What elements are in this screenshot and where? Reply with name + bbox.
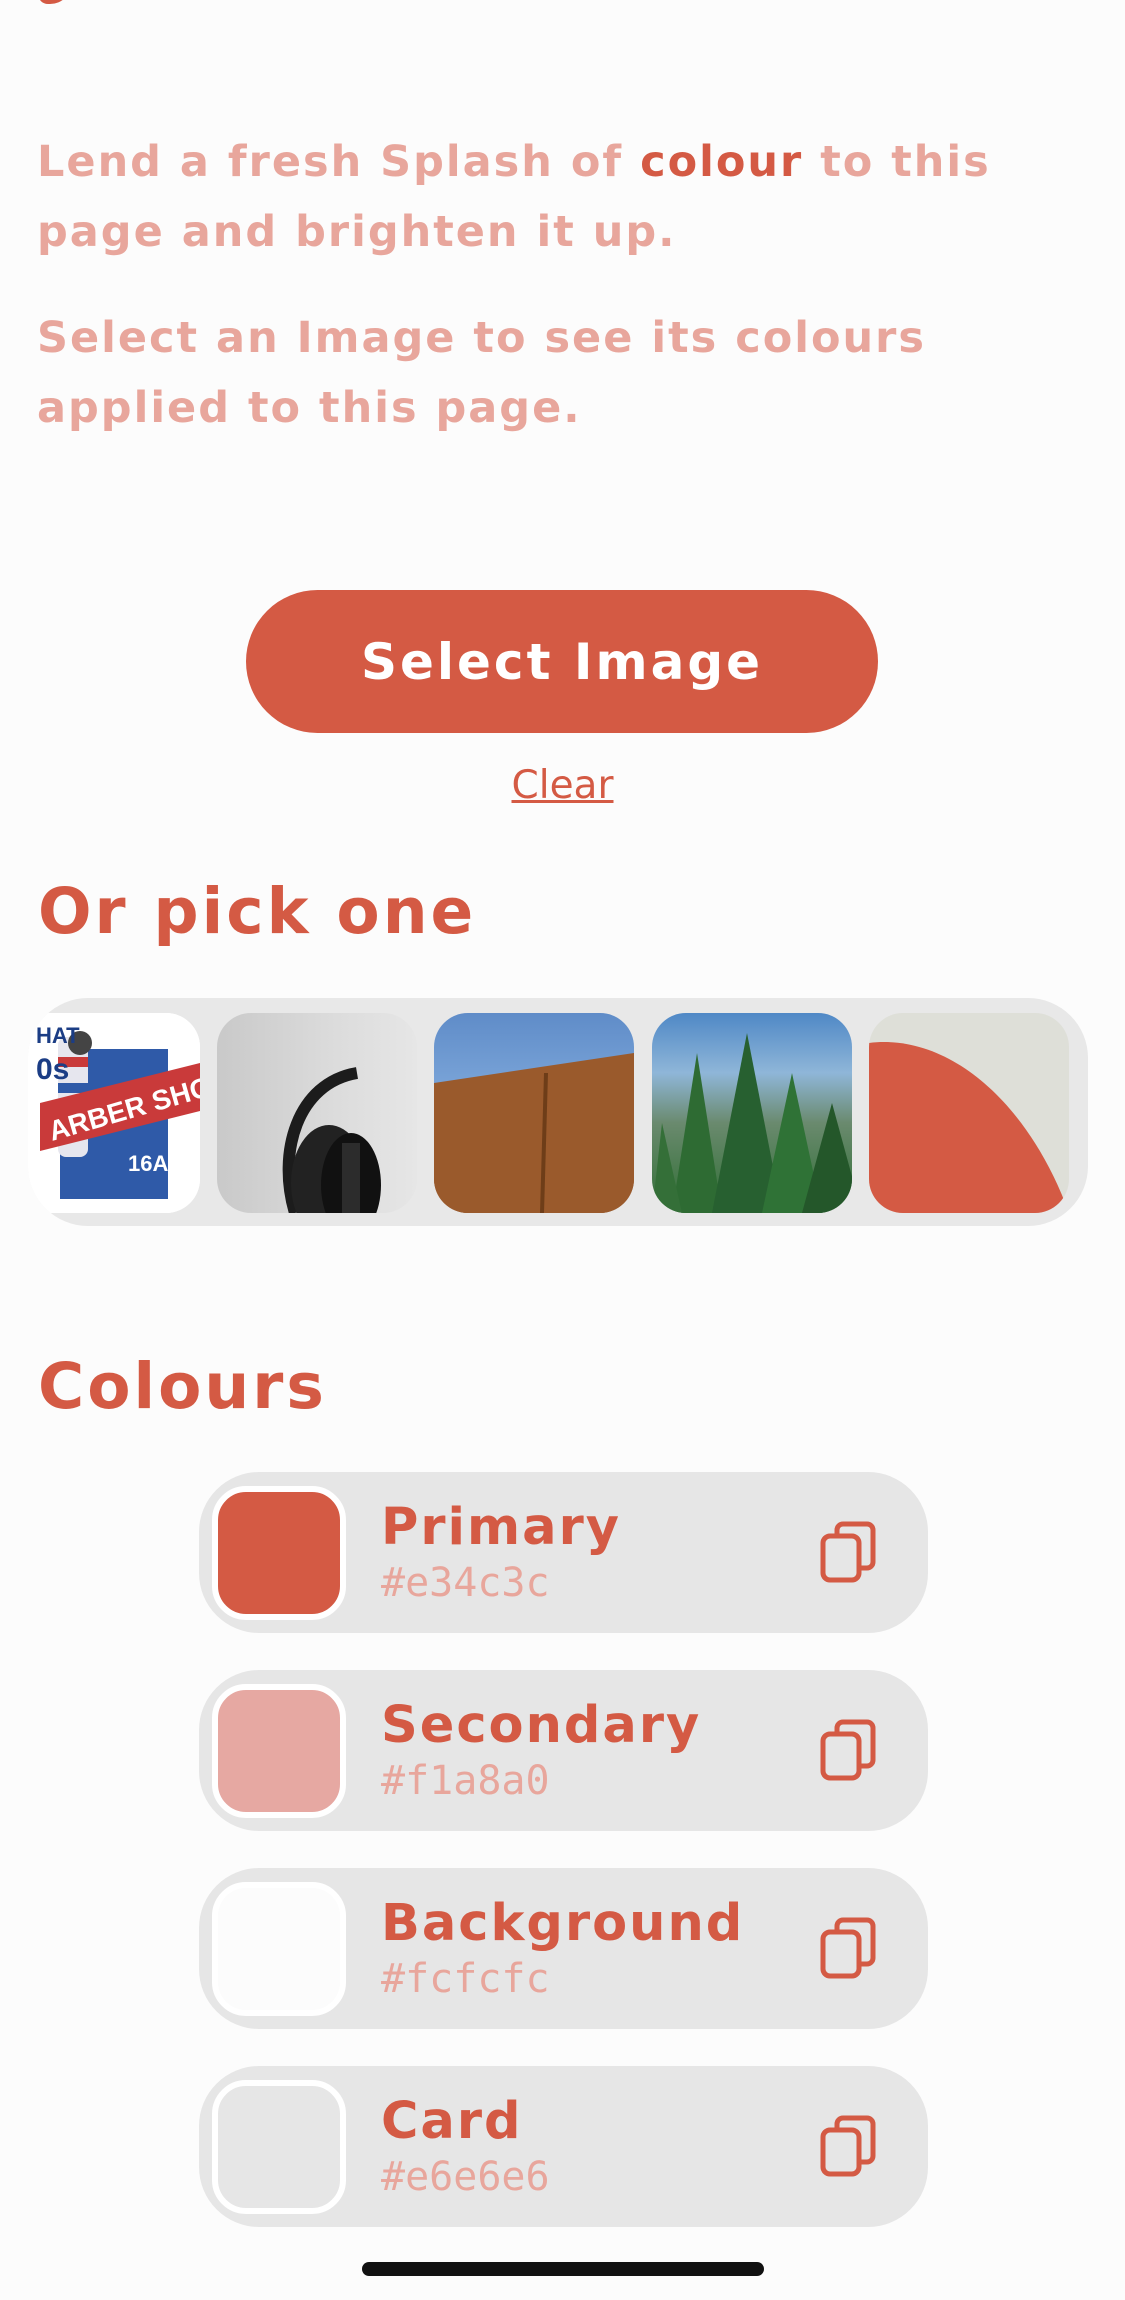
colours-title: Colours — [38, 1350, 327, 1423]
select-image-button[interactable]: Select Image — [246, 590, 878, 733]
colour-card-secondary: Secondary #f1a8a0 — [199, 1670, 928, 1831]
thumbnail-forest[interactable] — [652, 1013, 852, 1213]
picker-title: Or pick one — [38, 875, 477, 948]
red-curve-image — [869, 1042, 1069, 1213]
colour-name: Primary — [381, 1498, 621, 1557]
thumbnail-barber-shop[interactable]: ARBER SHOP HAT 0s 16A — [28, 1013, 200, 1213]
colour-card-card: Card #e6e6e6 — [199, 2066, 928, 2227]
colour-name: Background — [381, 1894, 745, 1953]
thumbnail-sky-wood[interactable] — [434, 1013, 634, 1213]
svg-text:HAT: HAT — [36, 1023, 80, 1048]
colour-card-primary: Primary #e34c3c — [199, 1472, 928, 1633]
copy-icon[interactable] — [819, 1520, 879, 1584]
colour-hex: #f1a8a0 — [381, 1758, 550, 1804]
thumbnail-red-curve[interactable] — [869, 1013, 1069, 1213]
copy-icon[interactable] — [819, 1718, 879, 1782]
intro-paragraph: Lend a fresh Splash of colour to this pa… — [37, 137, 991, 257]
headphones-image — [282, 1067, 381, 1213]
colour-swatch — [212, 1684, 346, 1818]
colour-swatch — [212, 2080, 346, 2214]
image-picker-strip[interactable]: ARBER SHOP HAT 0s 16A — [28, 998, 1088, 1226]
svg-text:16A: 16A — [128, 1151, 168, 1176]
home-indicator[interactable] — [362, 2262, 764, 2276]
forest-image — [652, 1033, 852, 1213]
instruction-paragraph: Select an Image to see its colours appli… — [37, 313, 926, 433]
clipped-heading-glyph — [38, 0, 98, 8]
colour-hex: #fcfcfc — [381, 1956, 550, 2002]
colour-swatch — [212, 1486, 346, 1620]
barber-shop-image: ARBER SHOP HAT 0s 16A — [28, 1013, 200, 1213]
intro-highlight: colour — [640, 137, 804, 187]
colour-card-background: Background #fcfcfc — [199, 1868, 928, 2029]
clear-link[interactable]: Clear — [0, 763, 1125, 808]
colour-name: Secondary — [381, 1696, 702, 1755]
colour-name: Card — [381, 2092, 523, 2151]
thumbnail-headphones[interactable] — [217, 1013, 417, 1213]
sky-wood-image — [434, 1053, 634, 1213]
copy-icon[interactable] — [819, 1916, 879, 1980]
colour-hex: #e6e6e6 — [381, 2154, 550, 2200]
svg-text:0s: 0s — [36, 1053, 69, 1086]
colour-hex: #e34c3c — [381, 1560, 550, 1606]
colour-swatch — [212, 1882, 346, 2016]
copy-icon[interactable] — [819, 2114, 879, 2178]
